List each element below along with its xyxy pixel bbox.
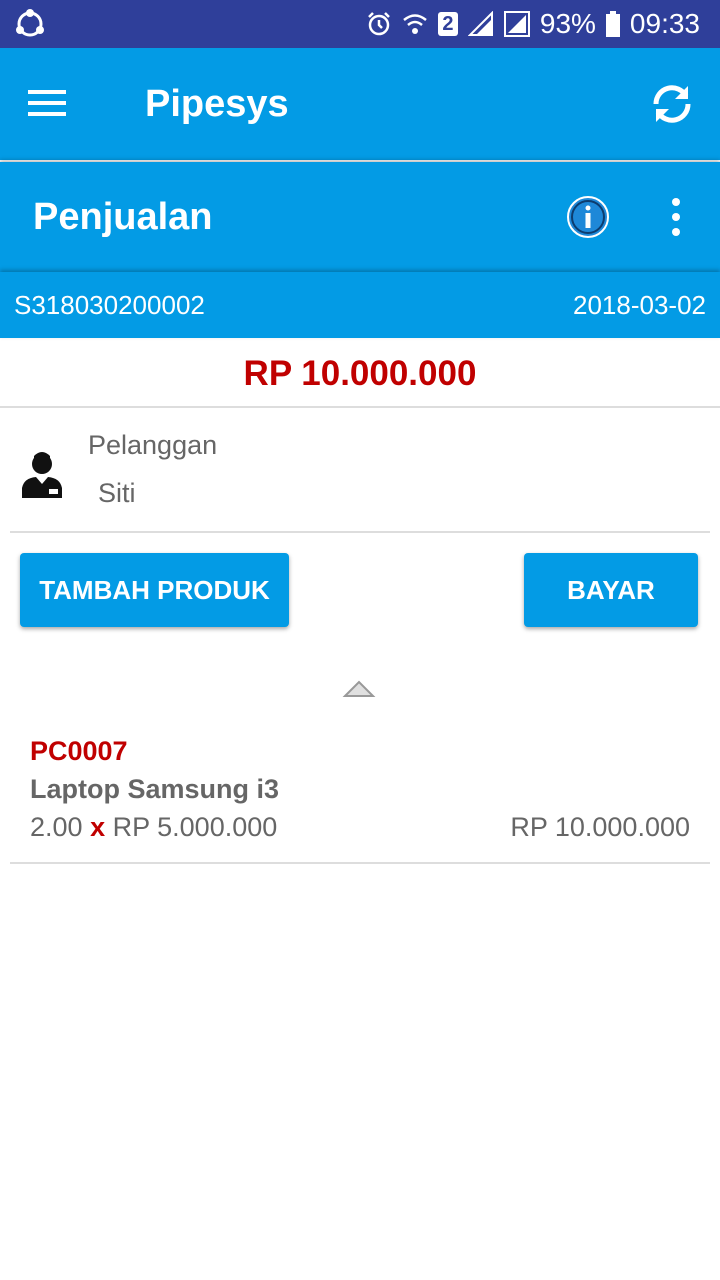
more-vert-icon[interactable] [660,192,692,242]
product-name: Laptop Samsung i3 [30,774,280,804]
signal-icon [467,11,493,36]
alarm-icon [367,12,390,36]
info-icon[interactable] [565,194,611,240]
page-title: Penjualan [33,196,213,238]
app-title: Pipesys [145,83,289,125]
chevron-up-icon[interactable] [342,676,376,700]
quantity-price: 2.00 x RP 5.000.000 [30,812,277,843]
signal-icon [503,11,530,37]
quantity: 2.00 [30,812,83,842]
total-amount: RP 10.000.000 [0,338,720,408]
person-icon [22,452,62,498]
add-product-button[interactable]: TAMBAH PRODUK [20,553,289,627]
sim-badge: 2 [437,12,458,36]
pay-button[interactable]: BAYAR [524,553,698,627]
battery-icon [605,11,620,37]
document-date: 2018-03-02 [573,290,706,320]
times-sign: x [90,812,106,842]
customer-label: Pelanggan [88,430,218,460]
battery-percent: 93% [539,8,596,39]
page-header: Penjualan [0,162,720,272]
customer-row[interactable]: Pelanggan Siti [10,408,710,533]
app-bar: Pipesys [0,48,720,160]
sync-icon[interactable] [648,80,696,128]
status-bar: 2 93% 09:33 [0,0,720,48]
line-subtotal: RP 10.000.000 [510,812,690,842]
menu-icon[interactable] [28,88,68,118]
product-code: PC0007 [30,736,128,766]
customer-name: Siti [98,478,136,508]
unit-price: RP 5.000.000 [112,812,278,842]
clock: 09:33 [629,8,700,39]
document-info-bar: S318030200002 2018-03-02 [0,272,720,338]
document-number: S318030200002 [14,290,205,320]
list-item[interactable]: PC0007 Laptop Samsung i3 2.00 x RP 5.000… [10,708,710,864]
wifi-icon [403,14,427,34]
share-icon [16,9,44,37]
